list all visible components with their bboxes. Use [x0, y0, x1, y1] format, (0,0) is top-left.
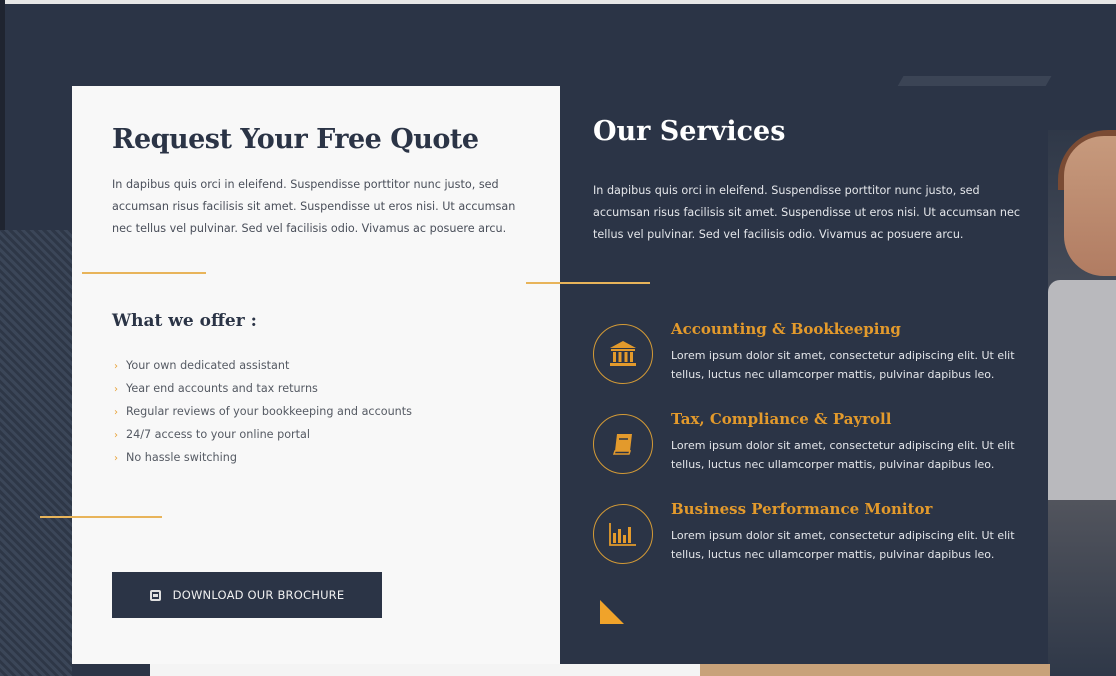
list-item: › Regular reviews of your bookkeeping and… [114, 400, 412, 423]
corner-decoration [600, 600, 624, 624]
chevron-right-icon: › [114, 453, 118, 464]
button-label: DOWNLOAD OUR BROCHURE [172, 588, 345, 602]
quote-description: In dapibus quis orci in eleifend. Suspen… [112, 178, 516, 235]
service-description: Lorem ipsum dolor sit amet, consectetur … [671, 529, 1015, 561]
quote-title: Request Your Free Quote [112, 124, 479, 155]
chevron-right-icon: › [114, 430, 118, 441]
service-description: Lorem ipsum dolor sit amet, consectetur … [671, 349, 1015, 381]
services-card: Our Services In dapibus quis orci in ele… [526, 86, 1048, 664]
background-photo-left [0, 230, 72, 676]
service-item: Tax, Compliance & Payroll Lorem ipsum do… [593, 410, 1033, 490]
bar-chart-icon [593, 504, 653, 564]
services-description: In dapibus quis orci in eleifend. Suspen… [593, 184, 1020, 241]
offer-list: › Your own dedicated assistant › Year end … [114, 354, 412, 469]
top-border [0, 0, 1116, 4]
chevron-right-icon: › [114, 407, 118, 418]
download-brochure-button[interactable]: DOWNLOAD OUR BROCHURE [112, 572, 382, 618]
list-item: › Your own dedicated assistant [114, 354, 412, 377]
service-title: Business Performance Monitor [671, 500, 933, 518]
chevron-right-icon: › [114, 384, 118, 395]
service-item: Accounting & Bookkeeping Lorem ipsum dol… [593, 320, 1033, 400]
accent-divider [526, 282, 650, 284]
download-icon [149, 589, 161, 601]
list-item: › Year end accounts and tax returns [114, 377, 412, 400]
accent-divider [40, 516, 162, 518]
quote-card: Request Your Free Quote In dapibus quis … [40, 86, 560, 664]
service-description: Lorem ipsum dolor sit amet, consectetur … [671, 439, 1015, 471]
background-photo-right [1048, 130, 1116, 676]
service-item: Business Performance Monitor Lorem ipsum… [593, 500, 1033, 580]
service-title: Tax, Compliance & Payroll [671, 410, 892, 428]
accent-divider [82, 272, 206, 274]
services-title: Our Services [593, 116, 786, 147]
list-item: › No hassle switching [114, 446, 412, 469]
service-title: Accounting & Bookkeeping [671, 320, 901, 338]
offer-title: What we offer : [112, 311, 257, 331]
list-item: › 24/7 access to your online portal [114, 423, 412, 446]
chevron-right-icon: › [114, 361, 118, 372]
background-shape-bottom [150, 664, 710, 676]
bank-icon [593, 324, 653, 384]
background-shape-bottom-right [700, 664, 1050, 676]
book-icon [593, 414, 653, 474]
